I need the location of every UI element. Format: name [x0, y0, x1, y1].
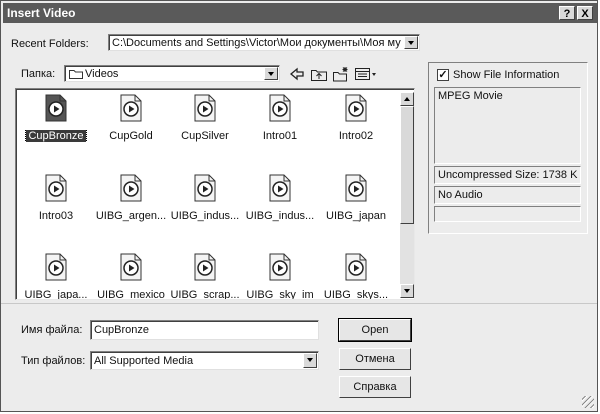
file-item[interactable]: CupBronze: [18, 92, 94, 152]
cancel-button[interactable]: Отмена: [339, 348, 411, 370]
show-file-info-checkbox[interactable]: ✓: [437, 69, 449, 81]
file-item-label: Intro03: [38, 210, 74, 222]
insert-video-dialog: Insert Video ? X Recent Folders: C:\Docu…: [0, 0, 598, 412]
video-file-icon: [345, 174, 367, 202]
file-item[interactable]: Intro03: [18, 172, 94, 232]
video-file-icon: [45, 253, 67, 281]
file-type-label: Тип файлов:: [21, 355, 86, 367]
file-list[interactable]: CupBronze CupGold CupSilver Intro01 Intro02 I…: [15, 88, 415, 300]
video-file-icon: [120, 94, 142, 122]
file-item[interactable]: CupSilver: [167, 92, 243, 152]
view-menu-icon[interactable]: [354, 66, 378, 82]
video-file-icon: [345, 253, 367, 281]
file-item-label: UIBG_indus...: [170, 210, 240, 222]
close-button[interactable]: X: [577, 6, 593, 20]
up-folder-icon[interactable]: [310, 66, 328, 82]
look-in-value: Videos: [85, 68, 119, 80]
uncompressed-size: Uncompressed Size: 1738 K: [434, 166, 581, 184]
show-file-info-label: Show File Information: [453, 69, 560, 81]
scroll-thumb[interactable]: [400, 106, 414, 224]
file-item[interactable]: UIBG_japan: [318, 172, 394, 232]
look-in-label: Папка:: [21, 68, 56, 80]
file-item-label: Intro01: [262, 130, 298, 142]
file-item-label: UIBG_mexico: [97, 289, 165, 300]
file-name-field[interactable]: CupBronze: [90, 320, 319, 340]
back-icon[interactable]: [288, 66, 306, 82]
recent-folders-combo[interactable]: C:\Documents and Settings\Victor\Мои док…: [108, 34, 420, 51]
file-item[interactable]: UIBG_scrap...: [167, 251, 243, 300]
video-file-icon: [194, 174, 216, 202]
file-item[interactable]: UIBG_indus...: [242, 172, 318, 232]
file-item-label: UIBG_argen...: [95, 210, 167, 222]
new-folder-icon[interactable]: [332, 66, 350, 82]
file-item[interactable]: UIBG_argen...: [93, 172, 169, 232]
video-file-icon: [269, 174, 291, 202]
file-list-scrollbar[interactable]: [400, 92, 414, 298]
help-button[interactable]: ?: [559, 6, 575, 20]
file-item-label: UIBG_japa...: [24, 289, 88, 300]
file-item[interactable]: UIBG_sky_im: [242, 251, 318, 300]
open-button[interactable]: Open: [338, 318, 412, 342]
file-item[interactable]: CupGold: [93, 92, 169, 152]
resize-grip[interactable]: [582, 396, 594, 408]
chevron-down-icon[interactable]: [264, 67, 278, 80]
audio-info: No Audio: [434, 186, 581, 204]
file-item-label: CupSilver: [181, 130, 229, 142]
file-item-label: Intro02: [338, 130, 374, 142]
file-item-label: UIBG_scrap...: [170, 289, 240, 300]
video-file-icon: [269, 253, 291, 281]
recent-folders-label: Recent Folders:: [11, 38, 89, 50]
video-file-icon: [45, 174, 67, 202]
file-item[interactable]: UIBG_mexico: [93, 251, 169, 300]
help-dialog-button[interactable]: Справка: [339, 376, 411, 398]
file-type-combo[interactable]: All Supported Media: [90, 351, 319, 370]
file-type-selected: All Supported Media: [94, 355, 194, 367]
file-type-value: MPEG Movie: [438, 90, 503, 102]
file-item[interactable]: UIBG_indus...: [167, 172, 243, 232]
file-item-label: UIBG_skys...: [323, 289, 389, 300]
title-bar[interactable]: Insert Video ? X: [3, 3, 597, 23]
dialog-title: Insert Video: [7, 6, 76, 20]
file-name-value: CupBronze: [94, 324, 150, 336]
extra-info: [434, 206, 581, 222]
file-item-label: UIBG_sky_im: [246, 289, 314, 300]
file-info-panel: ✓ Show File Information MPEG Movie Uncom…: [428, 62, 588, 234]
folder-icon: [69, 70, 83, 79]
check-icon: ✓: [438, 69, 448, 81]
file-item-label: UIBG_japan: [326, 210, 386, 222]
scroll-up-button[interactable]: [400, 92, 414, 106]
video-file-icon: [194, 94, 216, 122]
video-file-icon: [345, 94, 367, 122]
scroll-down-button[interactable]: [400, 284, 414, 298]
recent-folders-value: C:\Documents and Settings\Victor\Мои док…: [112, 37, 401, 49]
file-item[interactable]: UIBG_japa...: [18, 251, 94, 300]
file-item-label: CupBronze: [25, 130, 87, 142]
divider: [1, 303, 597, 304]
file-item[interactable]: UIBG_skys...: [318, 251, 394, 300]
file-item-label: UIBG_indus...: [245, 210, 315, 222]
video-file-icon: [45, 94, 67, 122]
file-item[interactable]: Intro02: [318, 92, 394, 152]
file-item-label: CupGold: [109, 130, 153, 142]
chevron-down-icon[interactable]: [303, 353, 317, 368]
file-name-label: Имя файла:: [21, 324, 83, 336]
file-item[interactable]: Intro01: [242, 92, 318, 152]
video-file-icon: [194, 253, 216, 281]
look-in-combo[interactable]: Videos: [64, 65, 280, 82]
video-file-icon: [120, 253, 142, 281]
video-file-icon: [120, 174, 142, 202]
chevron-down-icon[interactable]: [404, 36, 418, 49]
video-file-icon: [269, 94, 291, 122]
file-type-box: MPEG Movie: [434, 87, 581, 164]
